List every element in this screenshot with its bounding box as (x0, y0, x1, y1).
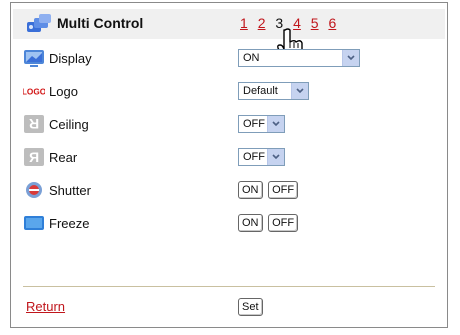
shutter-off-button[interactable]: OFF (268, 181, 299, 199)
rear-select-value: OFF (243, 151, 265, 163)
freeze-off-button[interactable]: OFF (268, 214, 299, 232)
row-freeze: Freeze ON OFF (11, 210, 449, 238)
row-logo: LOGO Logo Default (11, 78, 449, 106)
ceiling-icon: R (24, 115, 44, 133)
page-title: Multi Control (57, 15, 144, 31)
page-link-2[interactable]: 2 (258, 15, 266, 31)
multi-control-panel: Multi Control 1 2 3 4 5 6 Display ON LOG… (10, 2, 448, 328)
shutter-icon (26, 182, 42, 198)
row-rear: R Rear OFF (11, 144, 449, 172)
ceiling-select[interactable]: OFF (238, 115, 285, 133)
svg-text:R: R (29, 149, 39, 165)
page-link-1[interactable]: 1 (240, 15, 248, 31)
chevron-down-icon (267, 149, 284, 165)
ceiling-label: Ceiling (49, 117, 89, 132)
display-select[interactable]: ON (238, 49, 360, 67)
row-shutter: Shutter ON OFF (11, 177, 449, 205)
multi-control-icon (27, 14, 51, 32)
svg-text:LOGO: LOGO (23, 88, 45, 97)
row-display: Display ON (11, 45, 449, 73)
page-link-5[interactable]: 5 (311, 15, 319, 31)
return-link[interactable]: Return (26, 299, 65, 314)
display-select-value: ON (243, 52, 260, 64)
logo-select-value: Default (243, 85, 278, 97)
display-label: Display (49, 51, 92, 66)
svg-text:R: R (29, 116, 39, 132)
freeze-icon (24, 216, 44, 230)
shutter-label: Shutter (49, 183, 91, 198)
freeze-on-button[interactable]: ON (238, 214, 263, 232)
set-button[interactable]: Set (238, 298, 263, 316)
rear-label: Rear (49, 150, 78, 165)
logo-icon: LOGO (23, 85, 45, 97)
chevron-down-icon (291, 83, 308, 99)
ceiling-select-value: OFF (243, 118, 265, 130)
panel-header: Multi Control 1 2 3 4 5 6 (13, 9, 445, 39)
chevron-down-icon (342, 50, 359, 66)
page-link-6[interactable]: 6 (328, 15, 336, 31)
shutter-on-button[interactable]: ON (238, 181, 263, 199)
freeze-label: Freeze (49, 216, 90, 231)
chevron-down-icon (267, 116, 284, 132)
logo-label: Logo (49, 84, 78, 99)
footer-divider (23, 286, 435, 287)
display-icon (24, 50, 44, 67)
logo-select[interactable]: Default (238, 82, 309, 100)
rear-icon: R (24, 148, 44, 166)
row-ceiling: R Ceiling OFF (11, 111, 449, 139)
rear-select[interactable]: OFF (238, 148, 285, 166)
